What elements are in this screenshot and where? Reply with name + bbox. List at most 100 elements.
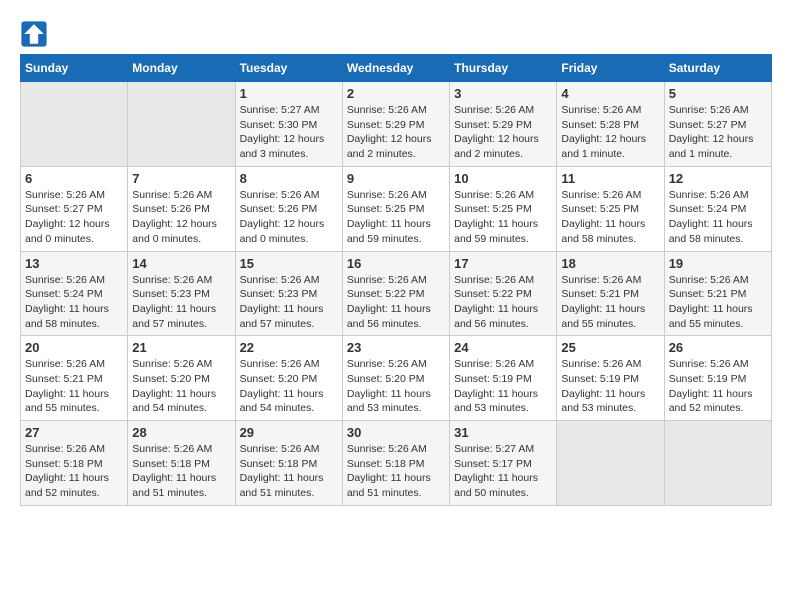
week-row-4: 20 Sunrise: 5:26 AM Sunset: 5:21 PM Dayli…: [21, 336, 772, 421]
calendar-cell: 11 Sunrise: 5:26 AM Sunset: 5:25 PM Dayli…: [557, 166, 664, 251]
col-header-monday: Monday: [128, 55, 235, 82]
day-info: Sunrise: 5:26 AM Sunset: 5:23 PM Dayligh…: [240, 273, 338, 332]
day-number: 26: [669, 340, 767, 355]
calendar-cell: 16Sunrise: 5:26 AM Sunset: 5:22 PM Dayli…: [342, 251, 449, 336]
calendar-cell: 30 Sunrise: 5:26 AM Sunset: 5:18 PM Dayli…: [342, 421, 449, 506]
calendar-cell: 27Sunrise: 5:26 AM Sunset: 5:18 PM Dayli…: [21, 421, 128, 506]
calendar-cell: 12 Sunrise: 5:26 AM Sunset: 5:24 PM Dayli…: [664, 166, 771, 251]
week-row-5: 27 Sunrise: 5:26 AM Sunset: 5:18 PM Dayli…: [21, 421, 772, 506]
day-number: 18: [561, 256, 659, 271]
day-info: Sunrise: 5:26 AM Sunset: 5:27 PM Dayligh…: [669, 103, 767, 162]
calendar-cell: [21, 82, 128, 167]
day-info: Sunrise: 5:26 AM Sunset: 5:21 PM Dayligh…: [25, 357, 123, 416]
calendar-table: SundayMondayTuesdayWednesdayThursdayFrid…: [20, 54, 772, 506]
calendar-cell: 26 Sunrise: 5:26 AM Sunset: 5:19 PM Dayli…: [664, 336, 771, 421]
logo-icon: [20, 20, 48, 48]
calendar-cell: 24 Sunrise: 5:26 AM Sunset: 5:19 PM Dayli…: [450, 336, 557, 421]
calendar-cell: 9 Sunrise: 5:26 AM Sunset: 5:25 PM Daylig…: [342, 166, 449, 251]
day-info: Sunrise: 5:26 AM Sunset: 5:26 PM Dayligh…: [132, 188, 230, 247]
day-number: 1: [240, 86, 338, 101]
col-header-wednesday: Wednesday: [342, 55, 449, 82]
day-info: Sunrise: 5:27 AM Sunset: 5:30 PM Dayligh…: [240, 103, 338, 162]
day-info: Sunrise: 5:26 AM Sunset: 5:25 PM Dayligh…: [561, 188, 659, 247]
calendar-cell: 13 Sunrise: 5:26 AM Sunset: 5:24 PM Dayli…: [21, 251, 128, 336]
day-number: 10: [454, 171, 552, 186]
calendar-cell: 10 Sunrise: 5:26 AM Sunset: 5:25 PM Dayli…: [450, 166, 557, 251]
calendar-cell: 25Sunrise: 5:26 AM Sunset: 5:19 PM Dayli…: [557, 336, 664, 421]
col-header-tuesday: Tuesday: [235, 55, 342, 82]
day-number: 5: [669, 86, 767, 101]
day-info: Sunrise: 5:26 AM Sunset: 5:21 PM Dayligh…: [669, 273, 767, 332]
day-info: Sunrise: 5:26 AM Sunset: 5:29 PM Dayligh…: [454, 103, 552, 162]
day-number: 7: [132, 171, 230, 186]
day-info: Sunrise: 5:26 AM Sunset: 5:19 PM Dayligh…: [669, 357, 767, 416]
day-info: Sunrise: 5:27 AM Sunset: 5:17 PM Dayligh…: [454, 442, 552, 501]
day-info: Sunrise: 5:26 AM Sunset: 5:23 PM Dayligh…: [132, 273, 230, 332]
day-number: 8: [240, 171, 338, 186]
day-info: Sunrise: 5:26 AM Sunset: 5:27 PM Dayligh…: [25, 188, 123, 247]
day-info: Sunrise: 5:26 AM Sunset: 5:20 PM Dayligh…: [347, 357, 445, 416]
calendar-cell: 3 Sunrise: 5:26 AM Sunset: 5:29 PM Daylig…: [450, 82, 557, 167]
day-info: Sunrise: 5:26 AM Sunset: 5:25 PM Dayligh…: [454, 188, 552, 247]
calendar-cell: 22Sunrise: 5:26 AM Sunset: 5:20 PM Dayli…: [235, 336, 342, 421]
day-info: Sunrise: 5:26 AM Sunset: 5:21 PM Dayligh…: [561, 273, 659, 332]
calendar-cell: 14Sunrise: 5:26 AM Sunset: 5:23 PM Dayli…: [128, 251, 235, 336]
day-info: Sunrise: 5:26 AM Sunset: 5:19 PM Dayligh…: [454, 357, 552, 416]
day-number: 29: [240, 425, 338, 440]
day-info: Sunrise: 5:26 AM Sunset: 5:22 PM Dayligh…: [347, 273, 445, 332]
day-number: 3: [454, 86, 552, 101]
calendar-cell: 6Sunrise: 5:26 AM Sunset: 5:27 PM Daylig…: [21, 166, 128, 251]
day-number: 22: [240, 340, 338, 355]
day-info: Sunrise: 5:26 AM Sunset: 5:18 PM Dayligh…: [347, 442, 445, 501]
day-number: 21: [132, 340, 230, 355]
calendar-cell: [557, 421, 664, 506]
day-info: Sunrise: 5:26 AM Sunset: 5:24 PM Dayligh…: [669, 188, 767, 247]
day-number: 20: [25, 340, 123, 355]
logo: [20, 20, 52, 48]
calendar-cell: 31 Sunrise: 5:27 AM Sunset: 5:17 PM Dayli…: [450, 421, 557, 506]
day-info: Sunrise: 5:26 AM Sunset: 5:26 PM Dayligh…: [240, 188, 338, 247]
day-number: 19: [669, 256, 767, 271]
col-header-sunday: Sunday: [21, 55, 128, 82]
week-row-2: 6Sunrise: 5:26 AM Sunset: 5:27 PM Daylig…: [21, 166, 772, 251]
day-info: Sunrise: 5:26 AM Sunset: 5:19 PM Dayligh…: [561, 357, 659, 416]
calendar-cell: 5 Sunrise: 5:26 AM Sunset: 5:27 PM Daylig…: [664, 82, 771, 167]
day-info: Sunrise: 5:26 AM Sunset: 5:20 PM Dayligh…: [132, 357, 230, 416]
day-number: 2: [347, 86, 445, 101]
day-number: 13: [25, 256, 123, 271]
week-row-3: 13 Sunrise: 5:26 AM Sunset: 5:24 PM Dayli…: [21, 251, 772, 336]
day-number: 11: [561, 171, 659, 186]
col-header-thursday: Thursday: [450, 55, 557, 82]
week-row-1: 1 Sunrise: 5:27 AM Sunset: 5:30 PM Daylig…: [21, 82, 772, 167]
day-number: 31: [454, 425, 552, 440]
day-number: 15: [240, 256, 338, 271]
calendar-cell: 8 Sunrise: 5:26 AM Sunset: 5:26 PM Daylig…: [235, 166, 342, 251]
calendar-cell: [128, 82, 235, 167]
calendar-cell: 15 Sunrise: 5:26 AM Sunset: 5:23 PM Dayli…: [235, 251, 342, 336]
day-info: Sunrise: 5:26 AM Sunset: 5:25 PM Dayligh…: [347, 188, 445, 247]
page-header: [20, 20, 772, 48]
calendar-cell: 19 Sunrise: 5:26 AM Sunset: 5:21 PM Dayli…: [664, 251, 771, 336]
calendar-cell: 28 Sunrise: 5:26 AM Sunset: 5:18 PM Dayli…: [128, 421, 235, 506]
day-info: Sunrise: 5:26 AM Sunset: 5:29 PM Dayligh…: [347, 103, 445, 162]
day-number: 30: [347, 425, 445, 440]
day-number: 23: [347, 340, 445, 355]
calendar-cell: 4Sunrise: 5:26 AM Sunset: 5:28 PM Daylig…: [557, 82, 664, 167]
day-number: 9: [347, 171, 445, 186]
day-number: 28: [132, 425, 230, 440]
day-number: 12: [669, 171, 767, 186]
day-number: 27: [25, 425, 123, 440]
day-info: Sunrise: 5:26 AM Sunset: 5:22 PM Dayligh…: [454, 273, 552, 332]
calendar-cell: 29 Sunrise: 5:26 AM Sunset: 5:18 PM Dayli…: [235, 421, 342, 506]
day-number: 4: [561, 86, 659, 101]
calendar-cell: [664, 421, 771, 506]
day-info: Sunrise: 5:26 AM Sunset: 5:18 PM Dayligh…: [240, 442, 338, 501]
day-info: Sunrise: 5:26 AM Sunset: 5:18 PM Dayligh…: [132, 442, 230, 501]
day-info: Sunrise: 5:26 AM Sunset: 5:24 PM Dayligh…: [25, 273, 123, 332]
calendar-cell: 21 Sunrise: 5:26 AM Sunset: 5:20 PM Dayli…: [128, 336, 235, 421]
col-header-saturday: Saturday: [664, 55, 771, 82]
day-number: 24: [454, 340, 552, 355]
calendar-cell: 23 Sunrise: 5:26 AM Sunset: 5:20 PM Dayli…: [342, 336, 449, 421]
calendar-cell: 2 Sunrise: 5:26 AM Sunset: 5:29 PM Daylig…: [342, 82, 449, 167]
calendar-cell: 18 Sunrise: 5:26 AM Sunset: 5:21 PM Dayli…: [557, 251, 664, 336]
